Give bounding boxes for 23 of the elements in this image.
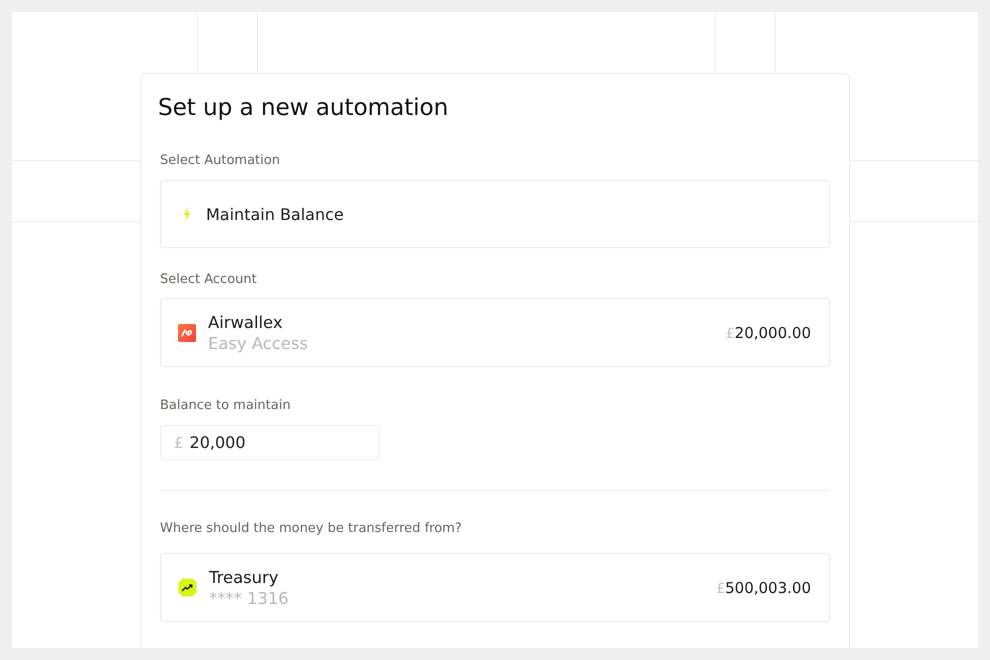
account-name: Treasury: [209, 566, 278, 588]
account-select[interactable]: Airwallex Easy Access £20,000.00: [160, 298, 830, 367]
automation-name: Maintain Balance: [206, 204, 344, 224]
account-detail: **** 1316: [209, 588, 289, 608]
trend-chart-badge-icon: [178, 578, 197, 597]
currency-symbol: £: [716, 580, 726, 596]
account-name: Airwallex: [208, 312, 283, 332]
balance-amount: 500,003.00: [725, 578, 811, 596]
field-label: Select Account: [160, 272, 257, 288]
automation-select[interactable]: Maintain Balance: [160, 180, 830, 248]
squiggle-logo-icon: [178, 324, 196, 342]
account-detail: Easy Access: [208, 332, 308, 354]
lightning-bolt-icon: [183, 207, 191, 221]
field-label: Where should the money be transferred from?: [160, 521, 462, 537]
card-title: Set up a new automation: [158, 94, 448, 122]
field-label: Select Automation: [160, 153, 280, 169]
input-value: 20,000: [190, 433, 246, 452]
balance-input[interactable]: £ 20,000: [160, 425, 380, 460]
balance-amount: 20,000.00: [734, 324, 811, 342]
field-label: Balance to maintain: [160, 398, 291, 414]
source-account-select[interactable]: Treasury **** 1316 £500,003.00: [160, 553, 830, 622]
currency-symbol: £: [726, 326, 735, 342]
currency-symbol: £: [174, 434, 184, 452]
